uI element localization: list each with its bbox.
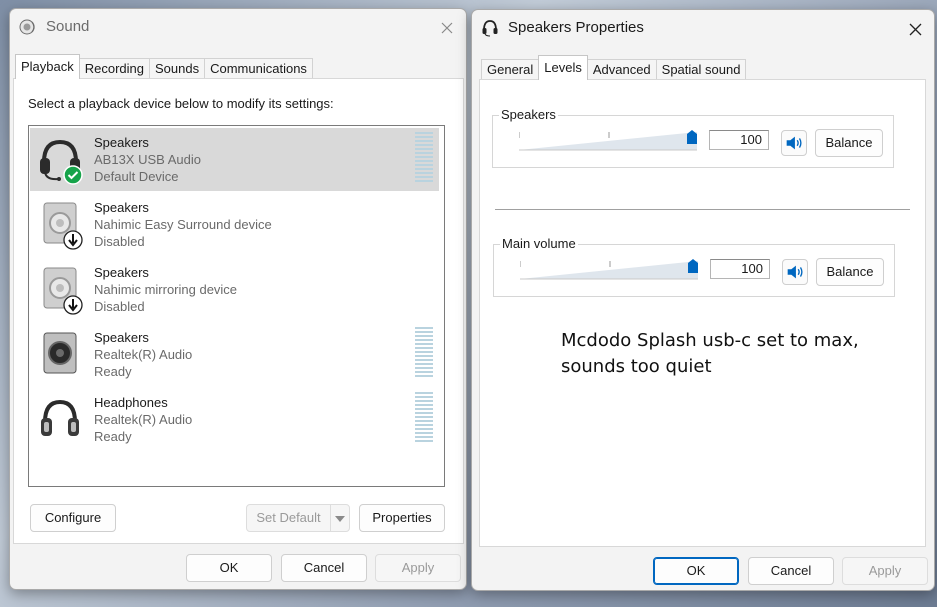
properties-ok-button[interactable]: OK bbox=[653, 557, 739, 585]
configure-button[interactable]: Configure bbox=[30, 504, 116, 532]
properties-cancel-button[interactable]: Cancel bbox=[748, 557, 834, 585]
properties-button[interactable]: Properties bbox=[359, 504, 445, 532]
tab-recording[interactable]: Recording bbox=[78, 58, 151, 79]
disabled-arrow-badge-icon bbox=[63, 295, 83, 315]
set-default-button[interactable]: Set Default bbox=[246, 504, 331, 532]
tab-levels[interactable]: Levels bbox=[538, 55, 588, 80]
cancel-label: Cancel bbox=[770, 563, 812, 578]
tab-communications[interactable]: Communications bbox=[204, 58, 313, 79]
device-description: Realtek(R) Audio bbox=[94, 347, 193, 362]
device-description: Realtek(R) Audio bbox=[94, 412, 193, 427]
main-volume-mute-button[interactable] bbox=[782, 259, 808, 285]
speaker-volume-icon bbox=[786, 136, 802, 150]
apply-label: Apply bbox=[401, 560, 435, 575]
slider-thumb[interactable] bbox=[687, 130, 697, 144]
device-item-headphones-realtek[interactable]: Headphones Realtek(R) Audio Ready bbox=[30, 388, 439, 451]
balance-label: Balance bbox=[825, 135, 873, 150]
device-item-speakers-ab13x[interactable]: Speakers AB13X USB Audio Default Device bbox=[30, 128, 439, 191]
properties-window-title: Speakers Properties bbox=[508, 19, 644, 36]
speakers-volume-slider[interactable] bbox=[519, 124, 701, 154]
chevron-down-icon bbox=[335, 516, 345, 522]
properties-apply-button[interactable]: Apply bbox=[842, 557, 928, 585]
speakers-level-value[interactable]: 100 bbox=[709, 130, 769, 150]
annotation-line-1: Mcdodo Splash usb-c set to max, bbox=[561, 330, 859, 351]
main-volume-value[interactable]: 100 bbox=[710, 259, 770, 279]
device-description: Nahimic Easy Surround device bbox=[94, 217, 272, 232]
apply-label: Apply bbox=[868, 563, 902, 578]
sound-cancel-button[interactable]: Cancel bbox=[281, 554, 367, 582]
device-status: Disabled bbox=[94, 299, 145, 314]
close-icon bbox=[441, 22, 453, 34]
main-volume-group: Main volume 100 Balance bbox=[493, 236, 895, 297]
device-status: Disabled bbox=[94, 234, 145, 249]
close-icon bbox=[909, 23, 921, 35]
device-item-speakers-nahimic-mirroring[interactable]: Speakers Nahimic mirroring device Disabl… bbox=[30, 258, 439, 321]
main-volume-balance-button[interactable]: Balance bbox=[816, 258, 884, 286]
tab-playback[interactable]: Playback bbox=[15, 54, 80, 79]
level-meter bbox=[415, 132, 433, 184]
annotation-line-2: sounds too quiet bbox=[561, 356, 712, 377]
balance-label: Balance bbox=[826, 264, 874, 279]
tab-spatial-sound[interactable]: Spatial sound bbox=[655, 59, 747, 80]
tab-general[interactable]: General bbox=[481, 59, 540, 80]
playback-tab-page: Select a playback device below to modify… bbox=[13, 78, 464, 544]
level-meter bbox=[415, 392, 433, 444]
properties-close-button[interactable] bbox=[902, 16, 928, 42]
device-name: Speakers bbox=[94, 135, 149, 150]
levels-separator bbox=[495, 209, 910, 210]
playback-instruction: Select a playback device below to modify… bbox=[28, 96, 334, 111]
ok-label: OK bbox=[219, 560, 239, 575]
speakers-balance-button[interactable]: Balance bbox=[815, 129, 883, 157]
disabled-arrow-badge-icon bbox=[63, 230, 83, 250]
annotation-text: Mcdodo Splash usb-c set to max, sounds t… bbox=[561, 328, 859, 380]
tab-advanced[interactable]: Advanced bbox=[586, 59, 657, 80]
speakers-level-label: Speakers bbox=[499, 107, 558, 122]
speakers-level-group: Speakers 100 Balance bbox=[492, 107, 894, 168]
device-item-speakers-nahimic-surround[interactable]: Speakers Nahimic Easy Surround device Di… bbox=[30, 193, 439, 256]
sound-app-icon bbox=[19, 19, 35, 35]
main-volume-slider[interactable] bbox=[520, 253, 702, 283]
properties-titlebar[interactable]: Speakers Properties bbox=[472, 10, 934, 46]
device-status: Ready bbox=[94, 429, 132, 444]
level-meter bbox=[415, 327, 433, 379]
speakers-mute-button[interactable] bbox=[781, 130, 807, 156]
ok-label: OK bbox=[686, 563, 706, 578]
sound-ok-button[interactable]: OK bbox=[186, 554, 272, 582]
sound-close-button[interactable] bbox=[434, 15, 460, 41]
properties-tabbar: General Levels Advanced Spatial sound bbox=[481, 55, 747, 80]
device-list[interactable]: Speakers AB13X USB Audio Default Device … bbox=[28, 125, 445, 487]
set-default-label: Set Default bbox=[256, 510, 321, 525]
check-badge-icon bbox=[63, 165, 83, 185]
speakers-properties-window: Speakers Properties General Levels Advan… bbox=[471, 9, 935, 591]
tab-sounds[interactable]: Sounds bbox=[149, 58, 206, 79]
device-name: Headphones bbox=[94, 395, 168, 410]
properties-label: Properties bbox=[372, 510, 432, 525]
device-description: AB13X USB Audio bbox=[94, 152, 201, 167]
main-volume-label: Main volume bbox=[500, 236, 578, 251]
sound-window: Sound Playback Recording Sounds Communic… bbox=[9, 8, 467, 590]
sound-window-title: Sound bbox=[46, 18, 90, 35]
speaker-icon bbox=[43, 332, 77, 374]
device-name: Speakers bbox=[94, 330, 149, 345]
headset-icon bbox=[482, 20, 498, 37]
sound-titlebar[interactable]: Sound bbox=[10, 9, 466, 45]
device-name: Speakers bbox=[94, 200, 149, 215]
device-description: Nahimic mirroring device bbox=[94, 282, 238, 297]
device-status: Ready bbox=[94, 364, 132, 379]
slider-thumb[interactable] bbox=[688, 259, 698, 273]
headphones-icon bbox=[41, 399, 79, 436]
set-default-dropdown-button[interactable] bbox=[330, 504, 350, 532]
device-item-speakers-realtek[interactable]: Speakers Realtek(R) Audio Ready bbox=[30, 323, 439, 386]
configure-label: Configure bbox=[44, 510, 102, 525]
sound-apply-button[interactable]: Apply bbox=[375, 554, 461, 582]
sound-tabbar: Playback Recording Sounds Communications bbox=[15, 54, 313, 79]
levels-tab-page: Speakers 100 Balance Main volume 100 Bal… bbox=[479, 79, 926, 547]
cancel-label: Cancel bbox=[303, 560, 345, 575]
device-name: Speakers bbox=[94, 265, 149, 280]
device-status: Default Device bbox=[94, 169, 179, 184]
speaker-volume-icon bbox=[787, 265, 803, 279]
